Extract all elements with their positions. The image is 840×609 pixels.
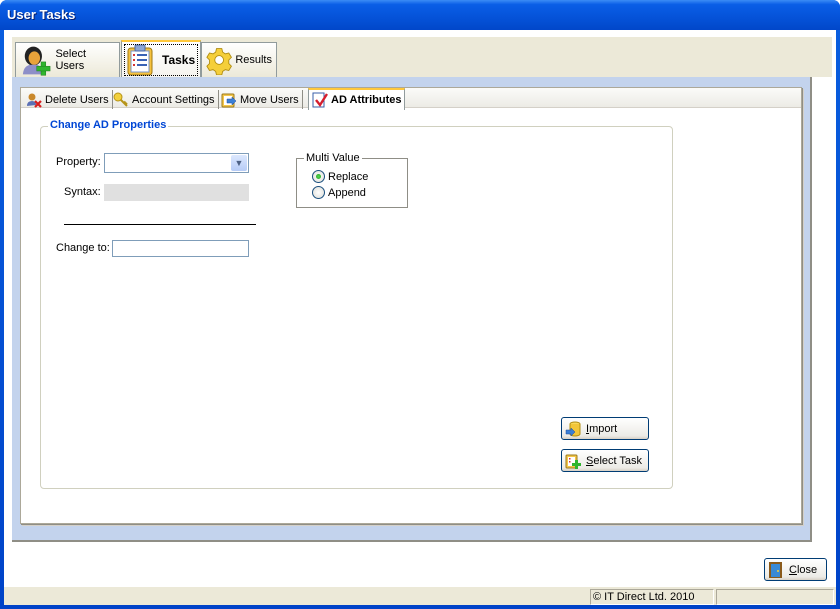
door-icon [769,561,782,578]
radio-append[interactable]: Append [312,186,366,199]
button-label: Import [586,422,618,435]
subtab-label: Account Settings [132,93,215,106]
status-pane-2 [716,589,834,605]
subtab-account-settings[interactable]: Account Settings [110,90,219,109]
database-import-icon [565,421,581,437]
tasks-panel: Delete Users Account Settings Move Users… [12,77,812,542]
window: User Tasks Select Users Tasks Results De… [0,0,840,609]
radio-button[interactable] [312,186,325,199]
status-copyright: © IT Direct Ltd. 2010 [590,589,714,605]
move-icon [221,93,237,107]
tab-label: Tasks [162,53,196,67]
change-to-input[interactable] [112,240,249,257]
chevron-down-icon[interactable]: ▼ [231,155,247,171]
tab-tasks[interactable]: Tasks [121,40,201,78]
subtab-delete-users[interactable]: Delete Users [23,90,113,109]
change-to-label: Change to: [56,242,110,254]
key-icon [113,92,128,107]
radio-replace[interactable]: Replace [312,170,368,183]
property-dropdown[interactable]: ▼ [104,153,249,173]
subtab-label: Delete Users [45,93,109,106]
radio-button[interactable] [312,170,325,183]
select-task-button[interactable]: Select Task [561,449,649,472]
radio-label: Replace [328,170,369,183]
subtab-label: Move Users [240,93,299,106]
tab-label: Select Users [55,48,87,72]
divider [64,224,256,225]
tab-label: Results [235,54,272,66]
title-bar[interactable]: User Tasks [0,0,840,30]
button-label: Select Task [586,454,643,467]
syntax-field [104,184,249,201]
user-delete-icon [27,93,42,108]
tab-results[interactable]: Results [201,42,277,77]
multi-value-group: Multi Value Replace Append [296,152,408,208]
checklist-icon [312,92,328,108]
user-add-icon [22,46,51,76]
status-bar: © IT Direct Ltd. 2010 [4,586,836,605]
syntax-label: Syntax: [64,186,101,198]
import-button[interactable]: Import [561,417,649,440]
tab-select-users[interactable]: Select Users [15,42,120,77]
window-title: User Tasks [7,7,76,22]
change-ad-properties-group: Change AD Properties Property: ▼ Syntax:… [40,119,673,489]
subtab-label: AD Attributes [331,94,402,106]
gear-icon [206,48,232,75]
subtab-move-users[interactable]: Move Users [218,90,303,109]
radio-label: Append [328,186,366,199]
clipboard-list-icon [127,44,153,76]
window-client: Select Users Tasks Results Delete Users … [4,30,836,605]
property-label: Property: [56,156,101,168]
ad-attributes-panel: Delete Users Account Settings Move Users… [20,87,802,524]
close-button[interactable]: Close [764,558,827,581]
multi-value-title: Multi Value [304,152,362,164]
subtab-ad-attributes[interactable]: AD Attributes [308,88,406,110]
main-tab-strip: Select Users Tasks Results [12,37,832,78]
sub-tab-strip: Delete Users Account Settings Move Users… [21,88,801,110]
clipboard-add-icon [565,454,581,469]
group-title: Change AD Properties [48,119,169,131]
button-label: Close [789,563,818,576]
